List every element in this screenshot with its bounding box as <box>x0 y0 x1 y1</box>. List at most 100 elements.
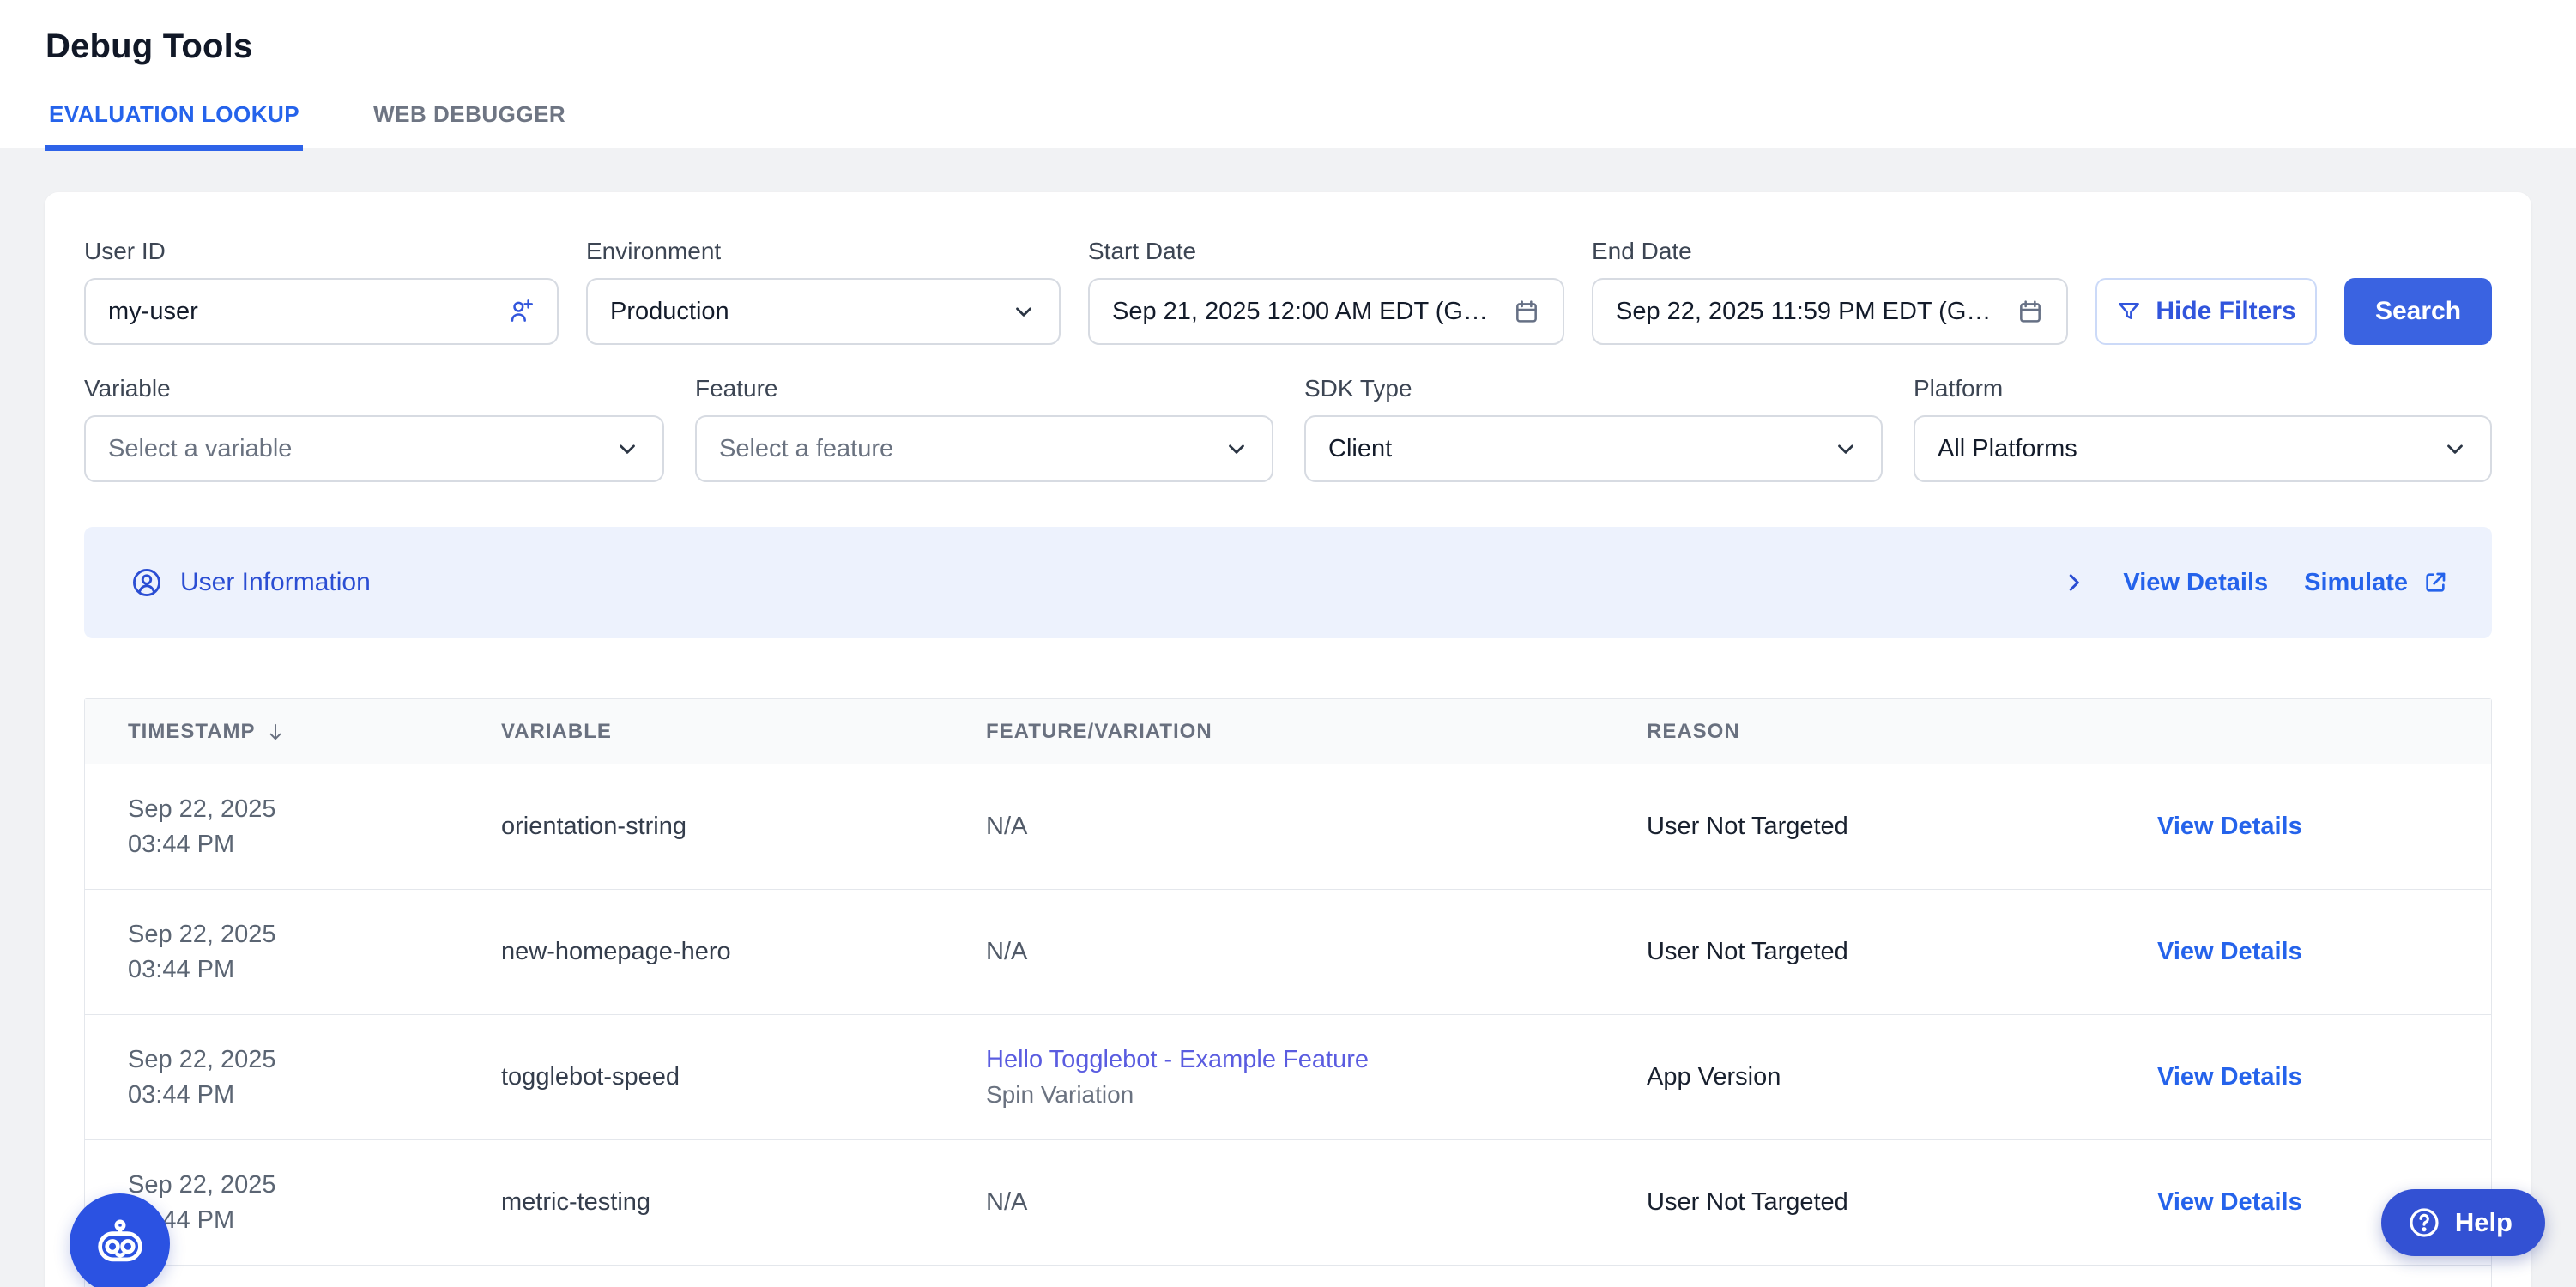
user-id-field: User ID <box>84 239 559 345</box>
banner-actions: View Details Simulate <box>2061 569 2449 597</box>
timestamp-cell: Sep 22, 2025 03:44 PM <box>85 917 501 988</box>
hide-filters-label: Hide Filters <box>2156 297 2295 326</box>
end-date-picker[interactable]: Sep 22, 2025 11:59 PM EDT (GM... <box>1592 278 2068 345</box>
row-variable: metric-testing <box>501 1188 986 1217</box>
help-question-icon <box>2407 1205 2441 1240</box>
row-date: Sep 22, 2025 <box>128 1042 484 1078</box>
variable-field: Variable Select a variable <box>84 376 664 482</box>
row-feature-cell: N/A <box>986 813 1647 841</box>
hide-filters-button[interactable]: Hide Filters <box>2095 278 2317 345</box>
table-row: Sep 22, 2025 03:44 PM metric-testing N/A… <box>85 1140 2491 1266</box>
simulate-label: Simulate <box>2304 569 2408 597</box>
user-id-control <box>84 278 559 345</box>
environment-field: Environment Production <box>586 239 1061 345</box>
togglebot-widget-button[interactable] <box>70 1193 170 1287</box>
row-reason: App Version <box>1647 1063 2157 1091</box>
platform-value: All Platforms <box>1938 435 2428 463</box>
environment-value: Production <box>610 298 997 326</box>
banner-view-details-label: View Details <box>2123 569 2268 597</box>
calendar-icon <box>1513 298 1540 325</box>
row-action: View Details <box>2157 1188 2302 1216</box>
end-date-label: End Date <box>1592 239 2068 264</box>
column-reason[interactable]: REASON <box>1647 720 2157 744</box>
row-view-details-link[interactable]: View Details <box>2157 1188 2302 1216</box>
row-date: Sep 22, 2025 <box>128 917 484 952</box>
row-time: 03:44 PM <box>128 1203 484 1238</box>
row-variable: orientation-string <box>501 813 986 841</box>
start-date-label: Start Date <box>1088 239 1564 264</box>
row-time: 03:44 PM <box>128 952 484 988</box>
feature-select[interactable]: Select a feature <box>695 415 1273 482</box>
start-date-field: Start Date Sep 21, 2025 12:00 AM EDT (GM… <box>1088 239 1564 345</box>
row-feature-cell: N/A <box>986 938 1647 966</box>
row-variable: new-homepage-hero <box>501 938 986 966</box>
row-view-details-link[interactable]: View Details <box>2157 813 2302 840</box>
search-button[interactable]: Search <box>2344 278 2492 345</box>
chevron-down-icon <box>2442 436 2468 462</box>
variable-placeholder: Select a variable <box>108 435 601 463</box>
search-label: Search <box>2375 297 2461 326</box>
timestamp-cell: Sep 22, 2025 03:44 PM <box>85 1042 501 1113</box>
chevron-down-icon <box>614 436 640 462</box>
row-view-details-link[interactable]: View Details <box>2157 938 2302 965</box>
platform-field: Platform All Platforms <box>1914 376 2492 482</box>
tab-evaluation-lookup[interactable]: EVALUATION LOOKUP <box>45 82 303 151</box>
help-label: Help <box>2455 1207 2513 1238</box>
start-date-picker[interactable]: Sep 21, 2025 12:00 AM EDT (GM... <box>1088 278 1564 345</box>
row-time: 03:44 PM <box>128 827 484 862</box>
user-information-toggle[interactable]: User Information <box>130 566 371 599</box>
calendar-icon <box>2017 298 2044 325</box>
chevron-down-icon <box>1011 299 1037 324</box>
evaluation-lookup-panel: User ID Environment Production <box>45 192 2531 1287</box>
row-view-details-link[interactable]: View Details <box>2157 1063 2302 1091</box>
row-action: View Details <box>2157 938 2302 965</box>
simulate-link[interactable]: Simulate <box>2304 569 2449 597</box>
table-row: Sep 22, 2025 03:44 PM togglebot-speed He… <box>85 1015 2491 1140</box>
help-button[interactable]: Help <box>2381 1189 2545 1256</box>
chevron-down-icon <box>1224 436 1249 462</box>
column-variable[interactable]: VARIABLE <box>501 720 986 744</box>
funnel-icon <box>2116 299 2142 324</box>
sdk-type-value: Client <box>1328 435 1819 463</box>
row-reason: User Not Targeted <box>1647 813 2157 841</box>
page-title: Debug Tools <box>45 24 2576 69</box>
end-date-value: Sep 22, 2025 11:59 PM EDT (GM... <box>1616 298 2003 326</box>
table-row: Sep 22, 2025 03:44 PM new-homepage-hero … <box>85 890 2491 1015</box>
variable-select[interactable]: Select a variable <box>84 415 664 482</box>
filter-row-2: Variable Select a variable Feature Selec… <box>84 376 2492 482</box>
row-reason: User Not Targeted <box>1647 1188 2157 1217</box>
table-header: TIMESTAMP VARIABLE FEATURE/VARIATION REA… <box>85 699 2491 764</box>
user-id-label: User ID <box>84 239 559 264</box>
external-link-icon <box>2422 569 2449 596</box>
variation-label: Spin Variation <box>986 1081 1630 1109</box>
column-timestamp-label: TIMESTAMP <box>128 720 256 744</box>
row-date: Sep 22, 2025 <box>128 1168 484 1203</box>
table-partial-row <box>85 1266 2491 1287</box>
column-feature-variation[interactable]: FEATURE/VARIATION <box>986 720 1647 744</box>
platform-label: Platform <box>1914 376 2492 402</box>
sdk-type-select[interactable]: Client <box>1304 415 1883 482</box>
variable-label: Variable <box>84 376 664 402</box>
tab-web-debugger[interactable]: WEB DEBUGGER <box>370 82 569 151</box>
feature-label: Feature <box>695 376 1273 402</box>
banner-view-details-link[interactable]: View Details <box>2123 569 2268 597</box>
robot-icon <box>92 1216 148 1272</box>
table-body: Sep 22, 2025 03:44 PM orientation-string… <box>85 764 2491 1266</box>
evaluations-table: TIMESTAMP VARIABLE FEATURE/VARIATION REA… <box>84 698 2492 1287</box>
table-row: Sep 22, 2025 03:44 PM orientation-string… <box>85 764 2491 890</box>
row-action: View Details <box>2157 813 2302 840</box>
end-date-field: End Date Sep 22, 2025 11:59 PM EDT (GM..… <box>1592 239 2068 345</box>
column-timestamp[interactable]: TIMESTAMP <box>85 720 501 744</box>
row-action: View Details <box>2157 1063 2302 1091</box>
feature-field: Feature Select a feature <box>695 376 1273 482</box>
row-feature-cell: Hello Togglebot - Example Feature Spin Va… <box>986 1046 1647 1109</box>
environment-select[interactable]: Production <box>586 278 1061 345</box>
platform-select[interactable]: All Platforms <box>1914 415 2492 482</box>
feature-link[interactable]: Hello Togglebot - Example Feature <box>986 1046 1369 1074</box>
row-reason: User Not Targeted <box>1647 938 2157 966</box>
user-id-input[interactable] <box>108 298 493 326</box>
row-variable: togglebot-speed <box>501 1063 986 1091</box>
chevron-right-icon[interactable] <box>2061 570 2087 595</box>
row-feature-cell: N/A <box>986 1188 1647 1217</box>
user-plus-icon[interactable] <box>507 298 535 325</box>
